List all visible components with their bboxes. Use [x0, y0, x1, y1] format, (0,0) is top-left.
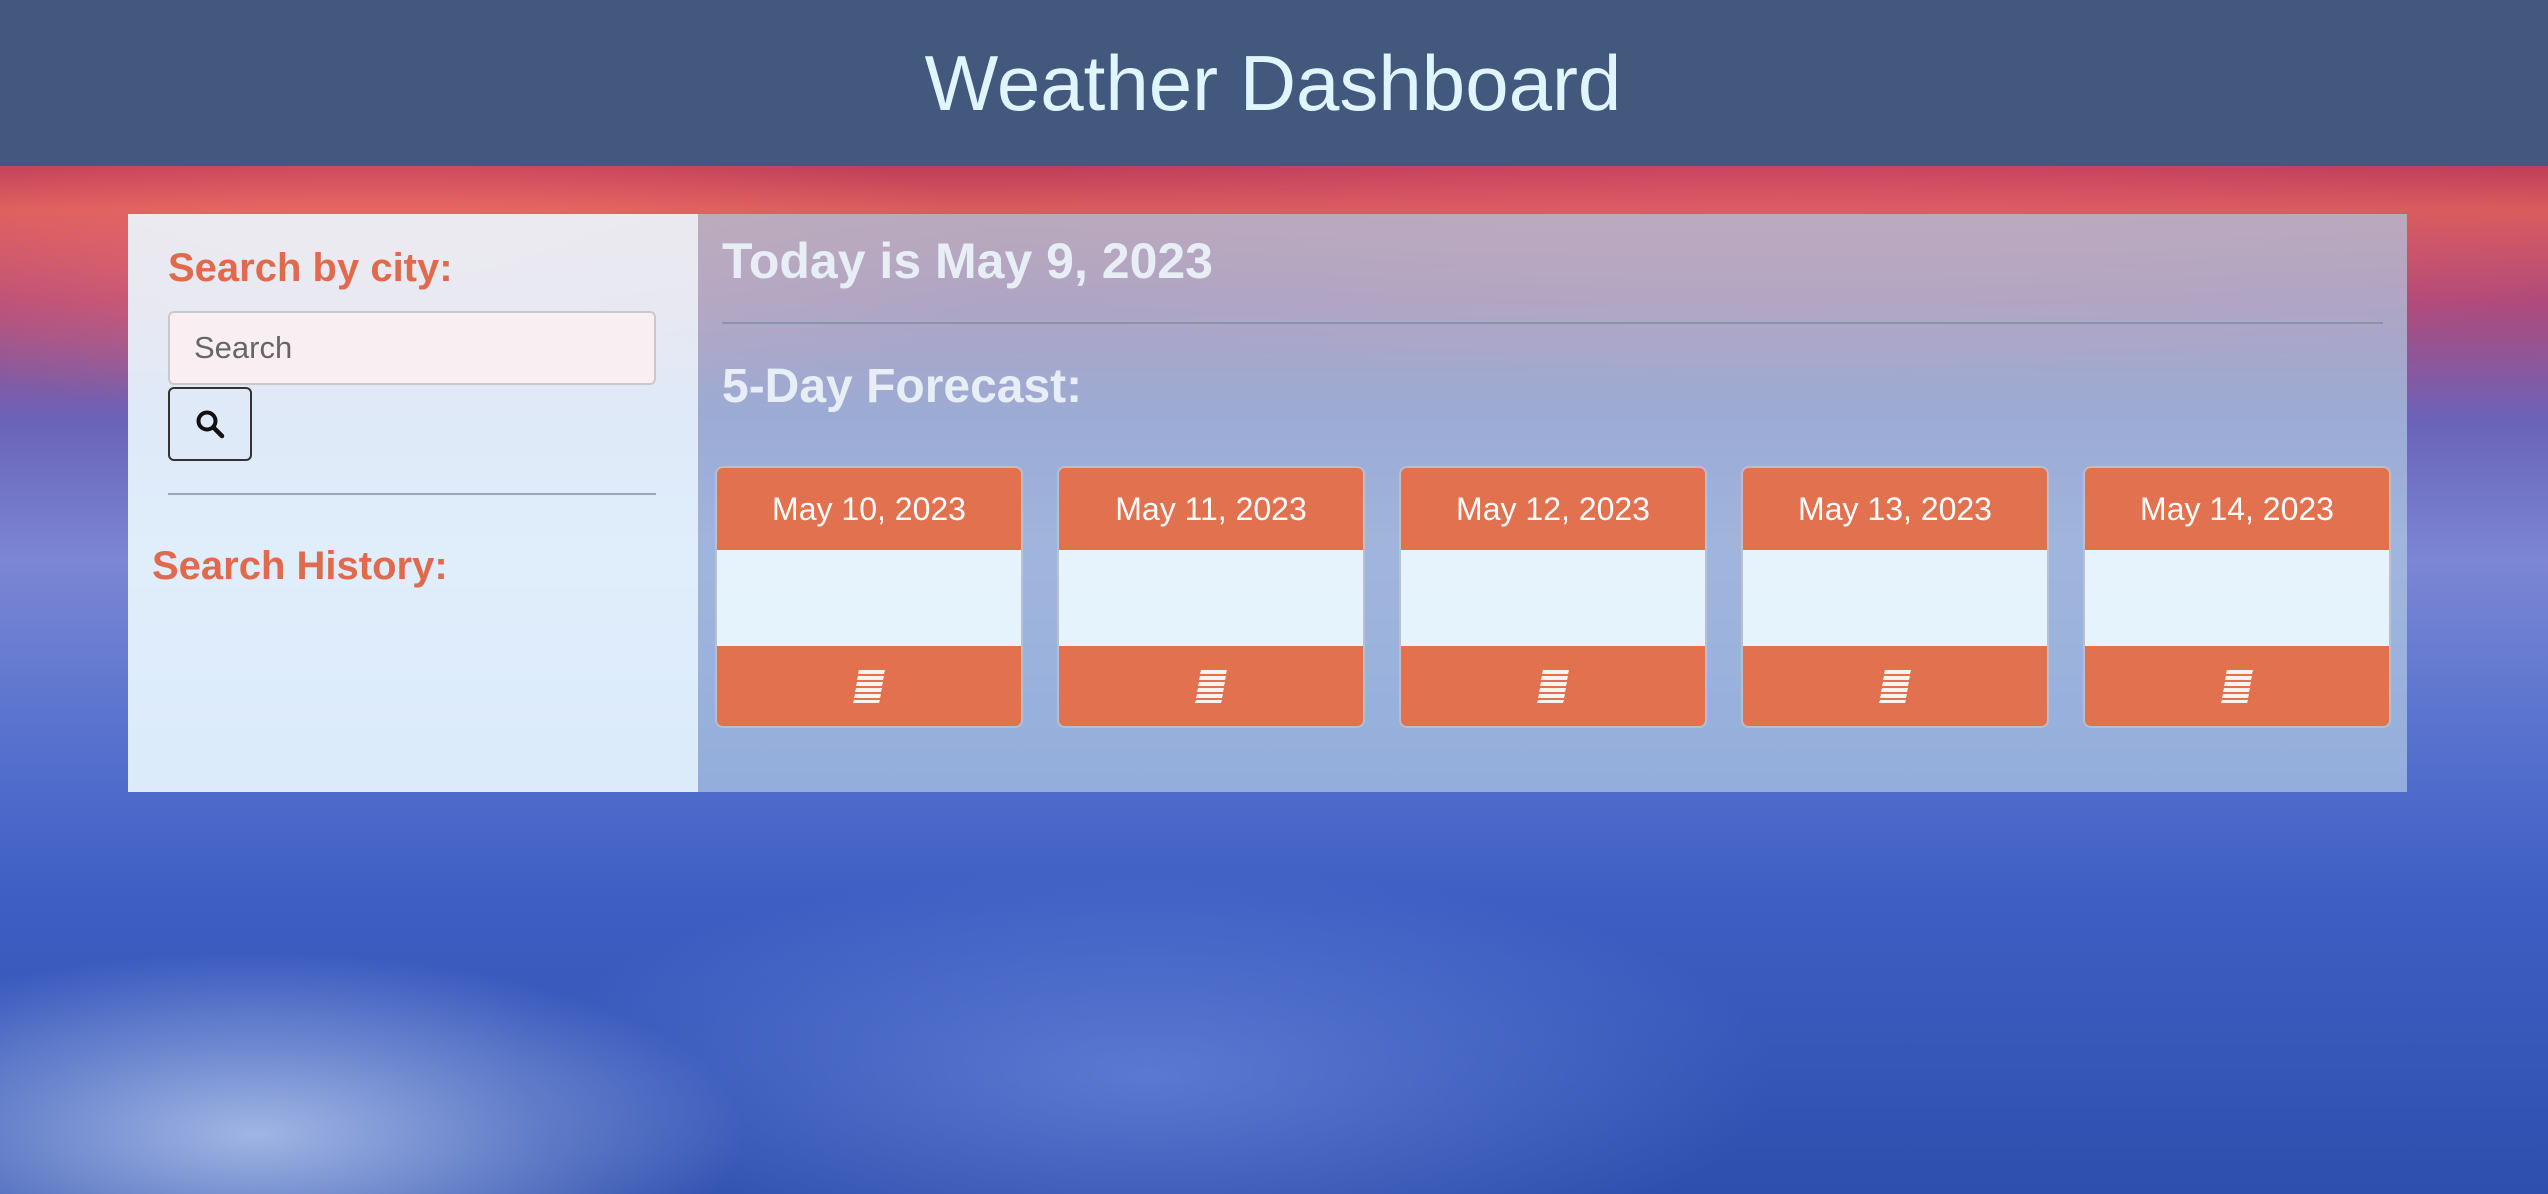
- forecast-heading: 5-Day Forecast:: [722, 360, 1083, 413]
- sidebar-divider: [168, 493, 656, 495]
- forecast-date: May 11, 2023: [1059, 468, 1363, 550]
- page-title: Weather Dashboard: [924, 38, 1622, 127]
- forecast-date: May 13, 2023: [1743, 468, 2047, 550]
- app-header: Weather Dashboard: [0, 0, 2548, 166]
- forecast-card-footer: [1743, 646, 2047, 726]
- forecast-divider: [722, 322, 2383, 324]
- search-icon: [195, 409, 225, 439]
- forecast-cards: May 10, 2023 May 11, 2023 May 12, 2023 M…: [715, 466, 2391, 728]
- forecast-panel: Today is May 9, 2023 5-Day Forecast: May…: [698, 214, 2407, 792]
- stripes-icon: [2219, 668, 2255, 704]
- stripes-icon: [1535, 668, 1571, 704]
- forecast-card: May 11, 2023: [1057, 466, 1365, 728]
- forecast-date: May 12, 2023: [1401, 468, 1705, 550]
- search-sidebar: Search by city: Search History:: [128, 214, 698, 792]
- search-input[interactable]: [168, 311, 656, 385]
- today-heading: Today is May 9, 2023: [722, 233, 1213, 289]
- forecast-card-body: [1059, 550, 1363, 646]
- forecast-date: May 14, 2023: [2085, 468, 2389, 550]
- search-history-label: Search History:: [152, 544, 448, 588]
- search-button[interactable]: [168, 387, 252, 461]
- forecast-card-footer: [1059, 646, 1363, 726]
- forecast-card-body: [2085, 550, 2389, 646]
- forecast-card: May 12, 2023: [1399, 466, 1707, 728]
- forecast-card-footer: [717, 646, 1021, 726]
- forecast-date: May 10, 2023: [717, 468, 1021, 550]
- forecast-card-footer: [2085, 646, 2389, 726]
- forecast-card-footer: [1401, 646, 1705, 726]
- forecast-card-body: [1401, 550, 1705, 646]
- forecast-card: May 14, 2023: [2083, 466, 2391, 728]
- stripes-icon: [1193, 668, 1229, 704]
- forecast-card: May 13, 2023: [1741, 466, 2049, 728]
- forecast-card-body: [717, 550, 1021, 646]
- forecast-card-body: [1743, 550, 2047, 646]
- search-label: Search by city:: [168, 246, 453, 290]
- stripes-icon: [1877, 668, 1913, 704]
- stripes-icon: [851, 668, 887, 704]
- forecast-card: May 10, 2023: [715, 466, 1023, 728]
